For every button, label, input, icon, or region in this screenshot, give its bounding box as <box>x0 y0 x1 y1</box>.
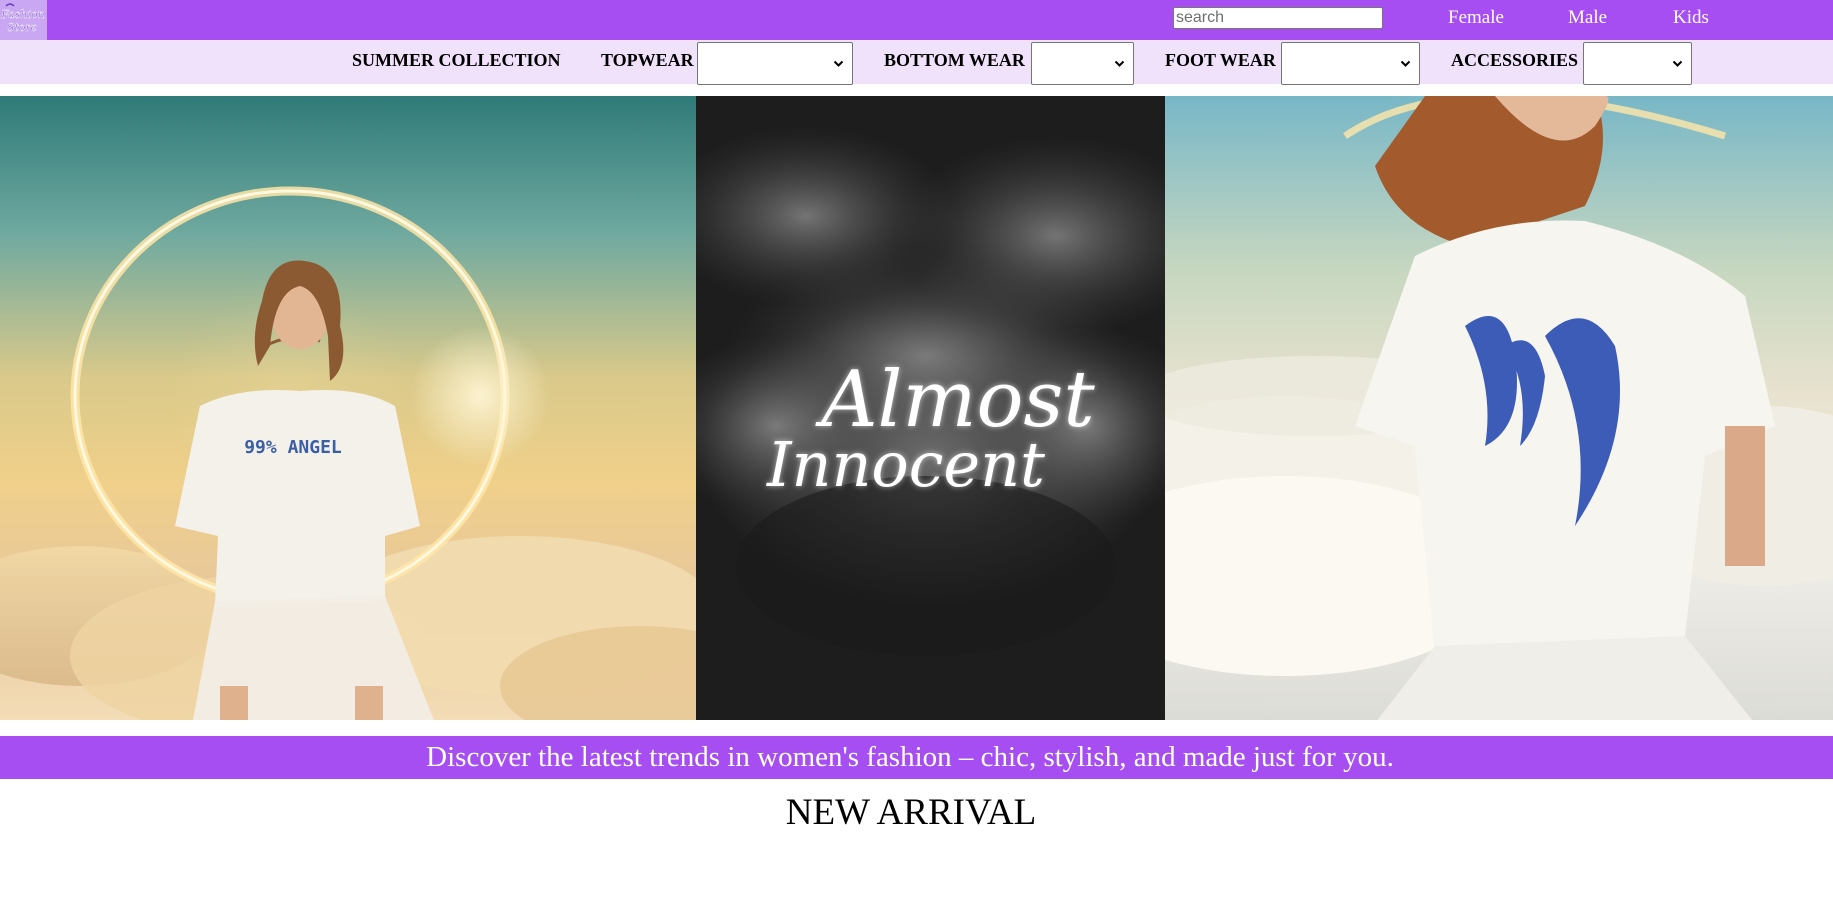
chevron-down-icon <box>1672 60 1683 67</box>
chevron-down-icon <box>1400 60 1411 67</box>
search-input[interactable] <box>1173 7 1383 29</box>
hero-banner: 99% ANGEL Almost Almost Innocent Innocen… <box>0 96 1833 720</box>
bottomwear-label: BOTTOM WEAR <box>884 50 1025 70</box>
chevron-down-icon <box>833 60 844 67</box>
nav-link-female[interactable]: Female <box>1448 7 1504 29</box>
left-shirt-text: 99% ANGEL <box>244 437 342 458</box>
nav-link-kids[interactable]: Kids <box>1673 7 1709 29</box>
store-logo[interactable]: Fashion Store <box>0 0 47 40</box>
bottomwear-select[interactable] <box>1031 42 1134 85</box>
topwear-select[interactable] <box>697 42 853 85</box>
tagline-banner: Discover the latest trends in women's fa… <box>0 736 1833 779</box>
accessories-label: ACCESSORIES <box>1451 50 1579 70</box>
summer-collection-link[interactable]: SUMMER COLLECTION <box>352 50 561 71</box>
logo-text-line1: Fashion <box>0 8 44 21</box>
chevron-down-icon <box>1114 60 1125 67</box>
accessories-select[interactable] <box>1583 42 1692 85</box>
logo-text-line2: Store <box>7 21 38 34</box>
hero-image-right <box>1165 96 1833 720</box>
footwear-select[interactable] <box>1281 42 1420 85</box>
topwear-label: TOPWEAR <box>601 50 694 70</box>
category-bar: SUMMER COLLECTION TOPWEAR BOTTOM WEAR FO… <box>0 40 1833 85</box>
hero-image-left: 99% ANGEL <box>0 96 696 720</box>
center-script-line2: Innocent <box>766 428 1045 501</box>
nav-link-male[interactable]: Male <box>1568 7 1607 29</box>
hero-image-center: Almost Almost Innocent Innocent <box>696 96 1165 720</box>
section-title-new-arrival: NEW ARRIVAL <box>785 792 1037 833</box>
footwear-label: FOOT WEAR <box>1165 50 1276 70</box>
tagline-text: Discover the latest trends in women's fa… <box>426 741 1394 773</box>
top-bar: Fashion Store Female Male Kids <box>0 0 1833 40</box>
